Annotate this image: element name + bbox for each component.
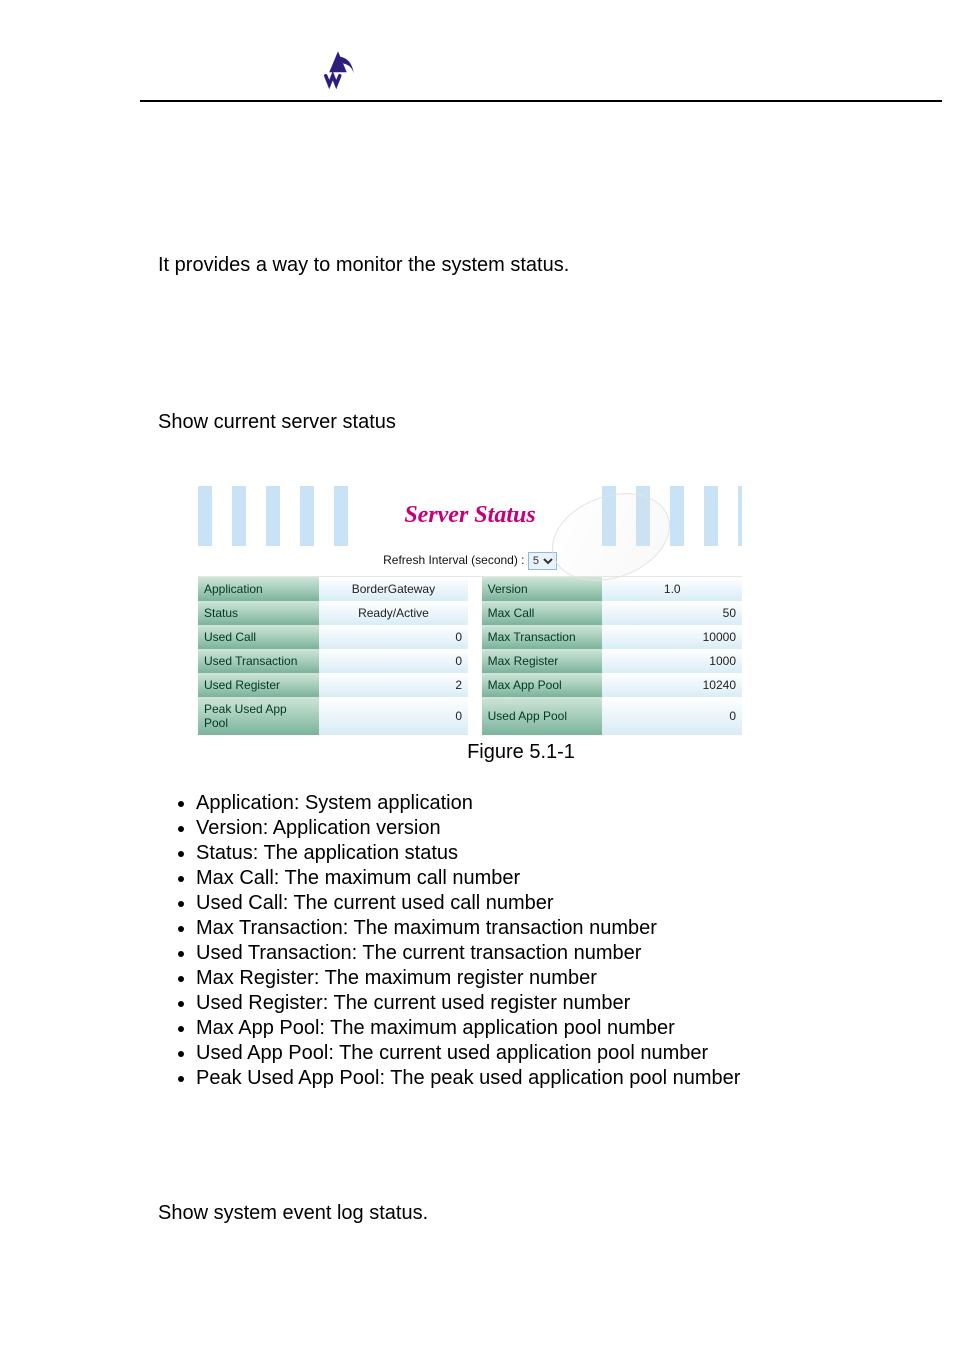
status-value: Ready/Active <box>319 601 468 625</box>
status-value: 0 <box>319 649 468 673</box>
panel-title: Server Status <box>198 486 742 529</box>
status-label: Version <box>482 577 603 601</box>
list-item: Used Transaction: The current transactio… <box>196 942 884 965</box>
status-table: ApplicationBorderGatewayVersion1.0Status… <box>198 577 742 735</box>
figure-caption: Figure 5.1-1 <box>158 741 884 764</box>
status-label: Application <box>198 577 319 601</box>
event-log-text: Show system event log status. <box>158 1202 884 1225</box>
status-value: 0 <box>602 697 742 735</box>
definitions-list: Application: System applicationVersion: … <box>196 792 884 1090</box>
table-row: Used Transaction0 Max Register1000 <box>198 649 742 673</box>
refresh-interval-label: Refresh Interval (second) : <box>383 553 524 567</box>
server-status-panel: Server Status Refresh Interval (second) … <box>198 486 742 735</box>
table-row: Peak Used App Pool0Used App Pool0 <box>198 697 742 735</box>
brand-logo-icon <box>310 46 366 102</box>
status-label: Max Register <box>482 649 603 673</box>
status-label: Used Transaction <box>198 649 319 673</box>
table-row: Used Register2 Max App Pool10240 <box>198 673 742 697</box>
status-value: BorderGateway <box>319 577 468 601</box>
table-row: ApplicationBorderGateway Version1.0 <box>198 577 742 601</box>
status-value: 2 <box>319 673 468 697</box>
list-item: Peak Used App Pool: The peak used applic… <box>196 1067 884 1090</box>
status-label: Used App Pool <box>482 697 603 735</box>
status-label: Max Transaction <box>482 625 603 649</box>
status-value: 50 <box>602 601 742 625</box>
list-item: Used Register: The current used register… <box>196 992 884 1015</box>
list-item: Status: The application status <box>196 842 884 865</box>
status-value: 1000 <box>602 649 742 673</box>
status-value: 0 <box>319 625 468 649</box>
refresh-interval-select[interactable]: 5 <box>528 552 557 570</box>
status-value: 0 <box>319 697 468 735</box>
table-row: StatusReady/Active Max Call50 <box>198 601 742 625</box>
status-label: Used Register <box>198 673 319 697</box>
list-item: Used App Pool: The current used applicat… <box>196 1042 884 1065</box>
list-item: Version: Application version <box>196 817 884 840</box>
status-value: 10000 <box>602 625 742 649</box>
list-item: Max Call: The maximum call number <box>196 867 884 890</box>
status-label: Used Call <box>198 625 319 649</box>
status-label: Peak Used App Pool <box>198 697 319 735</box>
status-label: Max App Pool <box>482 673 603 697</box>
status-label: Max Call <box>482 601 603 625</box>
table-row: Used Call0 Max Transaction10000 <box>198 625 742 649</box>
status-value: 10240 <box>602 673 742 697</box>
list-item: Max App Pool: The maximum application po… <box>196 1017 884 1040</box>
status-value: 1.0 <box>602 577 742 601</box>
list-item: Max Transaction: The maximum transaction… <box>196 917 884 940</box>
list-item: Used Call: The current used call number <box>196 892 884 915</box>
status-label: Status <box>198 601 319 625</box>
list-item: Application: System application <box>196 792 884 815</box>
intro-text: It provides a way to monitor the system … <box>158 254 884 277</box>
section-subheading: Show current server status <box>158 411 884 434</box>
list-item: Max Register: The maximum register numbe… <box>196 967 884 990</box>
